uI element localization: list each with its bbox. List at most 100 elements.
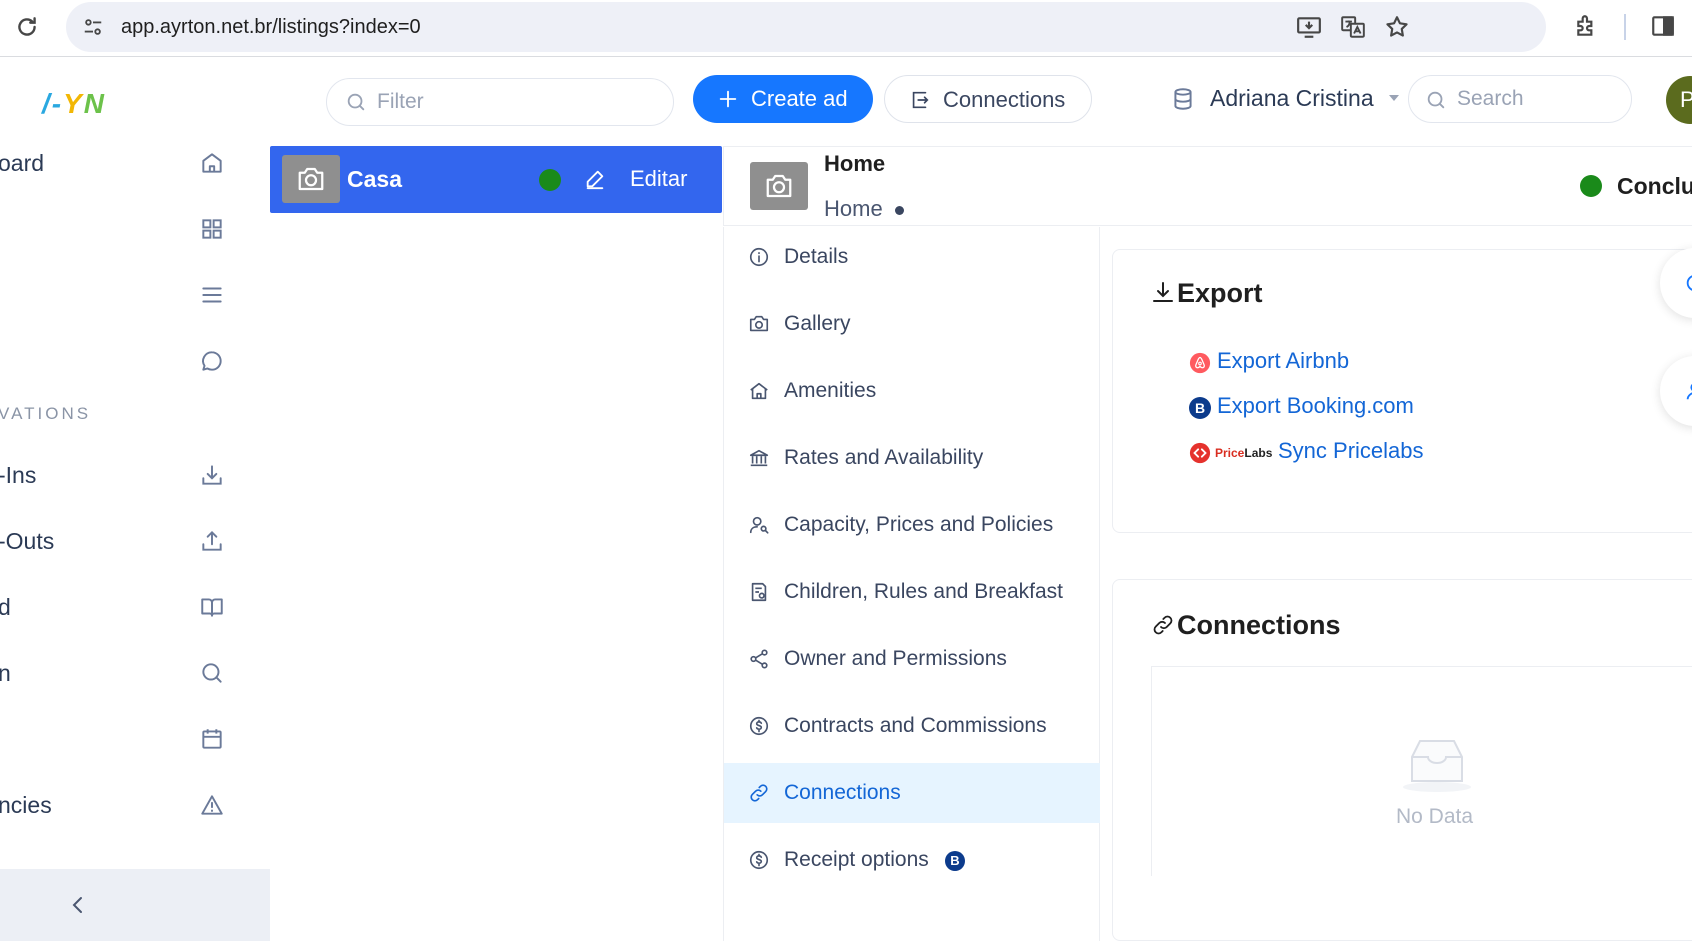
caret-down-icon [1388,93,1400,103]
chat-icon [199,348,225,374]
connections-table: No Data [1151,666,1692,876]
menu-item-label: Children, Rules and Breakfast [784,580,1063,603]
export-card: Export Export Airbnb B Export Booking.co… [1112,249,1692,533]
empty-state-label: No Data [1396,805,1474,828]
menu-item-amenities[interactable]: Amenities [724,361,1100,421]
grid-icon [199,216,225,242]
page-subtitle: Home [824,196,883,221]
connections-button-label: Connections [943,87,1066,112]
account-name: Adriana Cristina [1210,85,1374,111]
sidebar-item-check-outs[interactable]: -Outs [0,516,250,566]
sidebar-item-chat[interactable] [0,336,250,386]
extensions-icon[interactable] [1574,13,1600,39]
sidebar-item-pendencies[interactable]: ncies [0,780,250,830]
translate-icon[interactable] [1340,14,1366,40]
search-icon [345,91,367,113]
menu-item-receipt-options[interactable]: Receipt options B [724,830,1100,890]
filter-field[interactable] [326,78,674,126]
menu-item-label: Capacity, Prices and Policies [784,513,1054,536]
sidebar-collapse-button[interactable] [0,869,270,941]
url-text[interactable]: app.ayrton.net.br/listings?index=0 [121,16,421,39]
connections-card: Connections No Data [1112,579,1692,941]
create-ad-label: Create ad [751,86,848,111]
download-icon [1151,279,1175,305]
listing-card[interactable]: Casa Editar [270,146,722,213]
sidebar-section-title: VATIONS [0,404,92,423]
link-icon [748,782,770,804]
account-selector[interactable]: Adriana Cristina [1170,83,1400,117]
edit-icon[interactable] [584,168,606,190]
logo-part: N [83,88,107,119]
info-icon [748,246,770,268]
dollar-icon [748,715,770,737]
address-bar[interactable]: app.ayrton.net.br/listings?index=0 [66,2,1546,52]
page-title: Home [824,151,886,176]
sidebar-item-guide[interactable]: d [0,582,250,632]
sidebar: /-YN oard VATIONS -Ins -Outs d n ncies [0,58,270,941]
create-ad-button[interactable]: Create ad [693,75,873,123]
home-icon [748,380,770,402]
pricelabs-icon [1189,442,1211,464]
export-card-title: Export [1151,278,1263,309]
menu-item-label: Connections [784,781,901,804]
menu-item-capacity[interactable]: Capacity, Prices and Policies [724,495,1100,555]
menu-item-label: Amenities [784,379,877,402]
browser-toolbar: app.ayrton.net.br/listings?index=0 [0,0,1692,57]
listing-detail-header: Home Home Conclu [723,146,1692,226]
sidebar-item-label: -Ins [0,462,37,488]
airbnb-icon [1189,352,1211,374]
site-info-icon[interactable] [82,16,104,38]
menu-item-label: Rates and Availability [784,446,984,469]
warning-icon [199,792,225,818]
app-logo[interactable]: /-YN [42,88,106,120]
sidebar-item-label: oard [0,150,45,176]
reload-icon[interactable] [14,14,40,40]
sidebar-item-dashboard[interactable]: oard [0,138,250,188]
book-icon [199,594,225,620]
dollar-icon [748,849,770,871]
filter-input[interactable] [377,88,657,116]
pricelabs-brand-a: Price [1215,446,1245,460]
toolbar-divider [1624,14,1626,40]
menu-item-rates[interactable]: Rates and Availability [724,428,1100,488]
pricelabs-logo-text: PriceLabs [1215,446,1272,460]
status-badge [539,169,561,191]
chevron-left-icon [66,893,90,917]
sidebar-item-check-ins[interactable]: -Ins [0,450,250,500]
detail-thumbnail [750,162,808,210]
avatar[interactable]: P [1666,76,1692,124]
install-app-icon[interactable] [1296,14,1322,40]
sidebar-item-label: n [0,660,11,686]
menu-item-label: Details [784,245,849,268]
search-field[interactable] [1408,75,1632,123]
search-input[interactable] [1457,85,1617,113]
pricelabs-brand-b: Labs [1244,446,1273,460]
share-icon [748,648,770,670]
menu-item-details[interactable]: Details [724,227,1100,287]
sidebar-item-search[interactable]: n [0,648,250,698]
logo-part: Y [63,88,84,119]
home-icon [199,150,225,176]
side-panel-icon[interactable] [1650,13,1676,39]
menu-item-gallery[interactable]: Gallery [724,294,1100,354]
document-icon [748,581,770,603]
connections-button[interactable]: Connections [884,75,1092,123]
edit-button[interactable]: Editar [630,166,687,192]
menu-item-connections[interactable]: Connections [724,763,1100,823]
booking-icon: B [1189,397,1211,419]
sidebar-item-list[interactable] [0,270,250,320]
menu-item-children-rules[interactable]: Children, Rules and Breakfast [724,562,1100,622]
bookmark-star-icon[interactable] [1384,14,1410,40]
menu-item-owner-permissions[interactable]: Owner and Permissions [724,629,1100,689]
connections-title-text: Connections [1177,610,1341,640]
sidebar-item-grid[interactable] [0,204,250,254]
camera-icon [748,313,770,335]
sidebar-item-calendar[interactable] [0,714,250,764]
logo-part: /- [42,88,64,119]
connections-icon [909,89,931,111]
database-icon [1170,86,1196,112]
search-icon [1425,89,1447,111]
status-label[interactable]: Conclu [1617,173,1692,200]
menu-item-contracts[interactable]: Contracts and Commissions [724,696,1100,756]
user-icon [1684,380,1692,402]
